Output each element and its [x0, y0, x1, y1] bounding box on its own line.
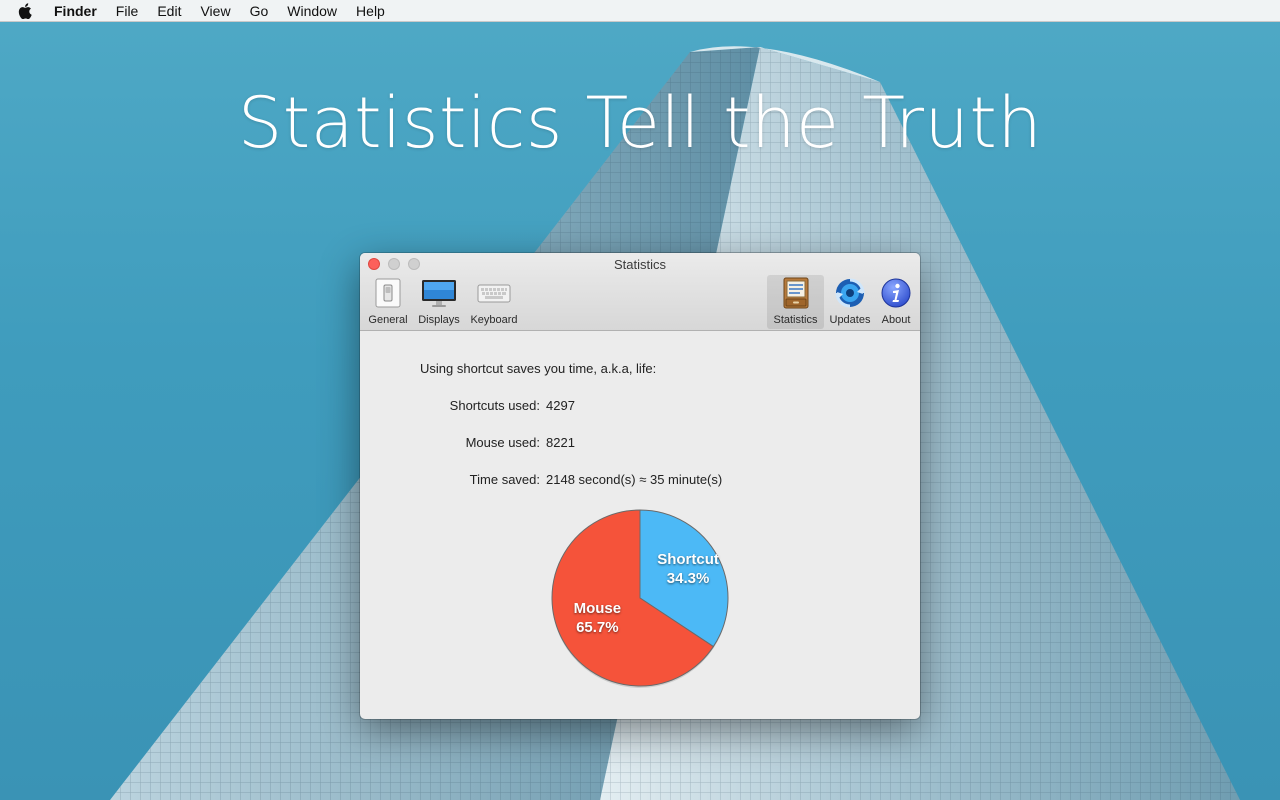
pie-label-mouse-name: Mouse [573, 599, 622, 617]
menu-edit[interactable]: Edit [157, 0, 181, 22]
pie-label-shortcut-name: Shortcut [657, 551, 719, 569]
menu-window[interactable]: Window [287, 0, 337, 22]
switch-icon [370, 277, 406, 309]
tab-general[interactable]: General [366, 275, 410, 329]
tab-about[interactable]: About [876, 275, 916, 329]
time-saved-label: Time saved: [469, 472, 540, 487]
mouse-used-label: Mouse used: [465, 435, 540, 450]
tab-keyboard[interactable]: Keyboard [468, 275, 520, 329]
tab-general-label: General [368, 314, 408, 326]
intro-text: Using shortcut saves you time, a.k.a, li… [420, 361, 657, 376]
drawer-icon [778, 277, 814, 309]
menubar: Finder File Edit View Go Window Help [0, 0, 1280, 22]
pie-label-mouse-percent: 65.7% [576, 618, 619, 636]
tab-keyboard-label: Keyboard [470, 314, 518, 326]
info-icon [878, 277, 914, 309]
pie-label-mouse: Mouse 65.7% [552, 599, 642, 637]
tab-displays[interactable]: Displays [414, 275, 464, 329]
menu-view[interactable]: View [200, 0, 230, 22]
menu-file[interactable]: File [116, 0, 139, 22]
headline: Statistics Tell the Truth [237, 82, 1043, 164]
pie-label-shortcut: Shortcut 34.3% [643, 550, 733, 588]
display-icon [421, 277, 457, 309]
tab-about-label: About [881, 314, 911, 326]
menu-app-name[interactable]: Finder [54, 0, 97, 22]
statistics-content: Using shortcut saves you time, a.k.a, li… [360, 331, 920, 719]
update-icon [832, 277, 868, 309]
keyboard-icon [476, 277, 512, 309]
tab-displays-label: Displays [418, 314, 460, 326]
tab-statistics-label: Statistics [773, 314, 818, 326]
mouse-used-value: 8221 [546, 435, 575, 450]
usage-pie-chart: Shortcut 34.3% Mouse 65.7% [545, 503, 735, 693]
apple-icon[interactable] [18, 2, 34, 19]
statistics-window: Statistics General Displays Keyboard Sta… [360, 253, 920, 719]
tab-updates[interactable]: Updates [826, 275, 874, 329]
window-title: Statistics [613, 257, 666, 272]
shortcuts-used-label: Shortcuts used: [449, 398, 540, 413]
tab-updates-label: Updates [829, 314, 871, 326]
shortcuts-used-value: 4297 [546, 398, 575, 413]
window-titlebar[interactable]: Statistics General Displays Keyboard Sta… [360, 253, 920, 331]
time-saved-value: 2148 second(s) ≈ 35 minute(s) [546, 472, 723, 487]
pie-label-shortcut-percent: 34.3% [666, 570, 710, 588]
menu-help[interactable]: Help [356, 0, 385, 22]
tab-statistics[interactable]: Statistics [767, 275, 824, 329]
menu-go[interactable]: Go [250, 0, 269, 22]
